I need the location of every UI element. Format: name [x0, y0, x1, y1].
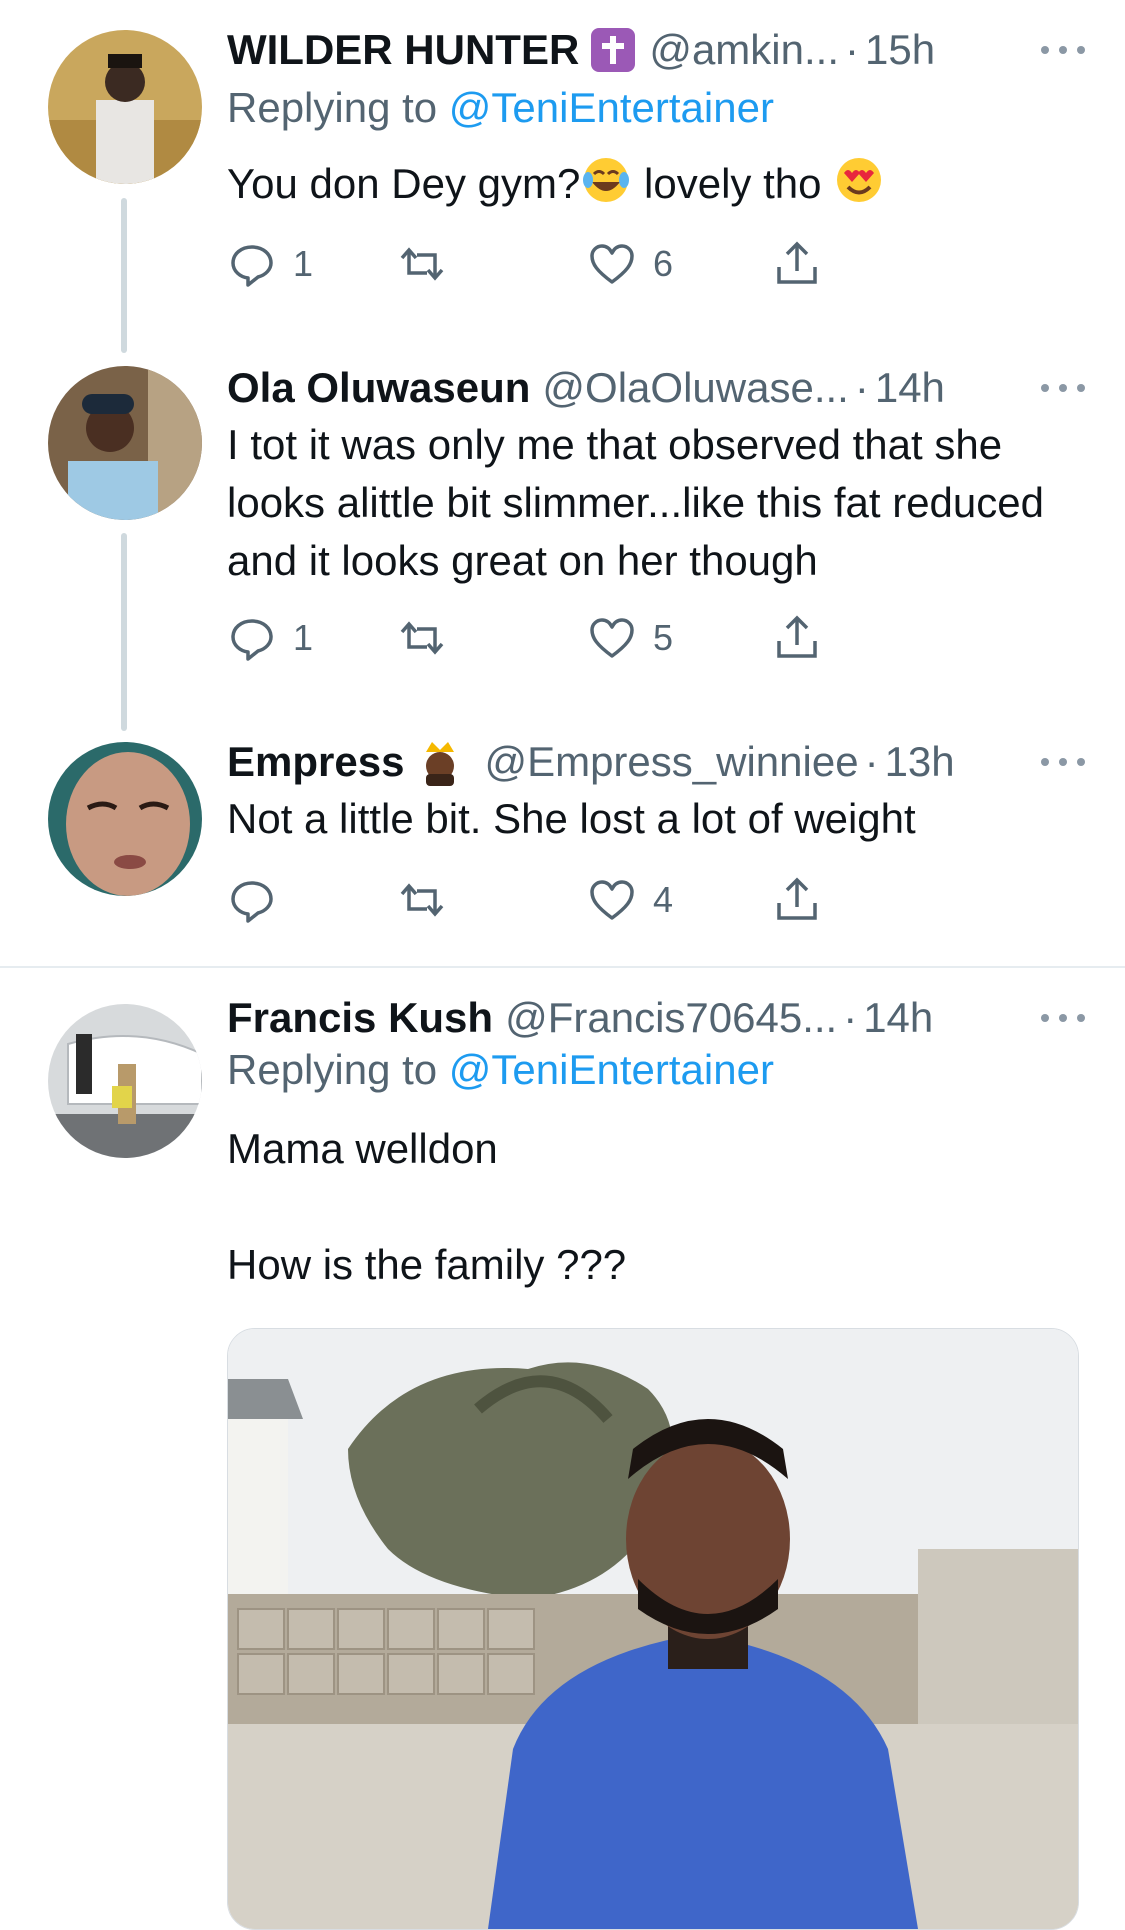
display-name[interactable]: WILDER HUNTER [227, 26, 579, 74]
reply-count: 1 [293, 243, 314, 284]
retweet-button[interactable] [397, 610, 447, 666]
heart-icon [590, 880, 634, 920]
tears-of-joy-emoji-icon [580, 154, 632, 206]
display-name[interactable]: Empress [227, 738, 404, 786]
heart-eyes-emoji-icon [833, 154, 885, 206]
separator-dot: · [864, 738, 879, 785]
heart-icon [590, 244, 634, 284]
replying-to: Replying to @TeniEntertainer [227, 84, 774, 132]
tweet-text-part2: lovely tho [632, 160, 834, 207]
handle[interactable]: @OlaOluwase... [542, 364, 848, 412]
avatar[interactable] [48, 742, 202, 896]
reply-button[interactable] [227, 872, 277, 928]
share-icon [777, 241, 817, 284]
replying-to-label: Replying to [227, 84, 438, 131]
thread-line [121, 198, 127, 353]
handle[interactable]: @Empress_winniee [484, 738, 858, 786]
tweet-ola-oluwaseun[interactable]: Ola Oluwaseun @OlaOluwase... · 14h I tot… [0, 360, 1125, 731]
retweet-icon [400, 247, 444, 281]
more-icon[interactable] [1041, 748, 1085, 776]
separator-dot: · [843, 994, 858, 1041]
tweet-photo[interactable] [227, 1328, 1079, 1930]
tweet-actions: 1 5 [227, 610, 947, 666]
like-button[interactable]: 5 [587, 610, 673, 666]
tweet-text-part1: You don Dey gym? [227, 160, 581, 207]
tweet-wilder-hunter[interactable]: WILDER HUNTER @amkin... · 15h Replying t… [0, 0, 1125, 360]
display-name[interactable]: Ola Oluwaseun [227, 364, 530, 412]
tweet-actions: 4 [227, 872, 947, 928]
replying-to: Replying to @TeniEntertainer [227, 1046, 774, 1094]
reply-count: 1 [293, 617, 314, 658]
retweet-icon [400, 621, 444, 655]
replying-to-label: Replying to [227, 1046, 438, 1093]
retweet-button[interactable] [397, 236, 447, 292]
tweet-header: Ola Oluwaseun @OlaOluwase... · 14h [227, 360, 1085, 416]
separator-dot: · [845, 26, 859, 73]
tweet-empress[interactable]: Empress @Empress_winniee · 13h Not a lit… [0, 734, 1125, 968]
display-name[interactable]: Francis Kush [227, 994, 493, 1042]
reply-button[interactable]: 1 [227, 610, 313, 666]
handle[interactable]: @Francis70645... [505, 994, 837, 1042]
retweet-icon [400, 883, 444, 917]
reply-button[interactable]: 1 [227, 236, 313, 292]
more-icon[interactable] [1041, 36, 1085, 64]
tweet-header: WILDER HUNTER @amkin... · 15h [227, 22, 1085, 78]
princess-emoji-icon [416, 738, 464, 786]
avatar[interactable] [48, 366, 202, 520]
cross-badge-icon [591, 28, 636, 72]
tweet-header: Francis Kush @Francis70645... · 14h [227, 990, 1085, 1046]
tweet-text: I tot it was only me that observed that … [227, 421, 1044, 584]
more-icon[interactable] [1041, 374, 1085, 402]
more-icon[interactable] [1041, 1004, 1085, 1032]
timestamp[interactable]: 15h [865, 26, 935, 74]
share-button[interactable] [772, 236, 822, 292]
share-button[interactable] [772, 872, 822, 928]
tweet-actions: 1 6 [227, 236, 947, 292]
timestamp[interactable]: 14h [863, 994, 933, 1042]
retweet-button[interactable] [397, 872, 447, 928]
reply-icon [231, 881, 273, 923]
avatar[interactable] [48, 30, 202, 184]
timestamp[interactable]: 14h [875, 364, 945, 412]
like-button[interactable]: 4 [587, 872, 673, 928]
mention-link[interactable]: @TeniEntertainer [449, 84, 774, 131]
tweet-header: Empress @Empress_winniee · 13h [227, 734, 1085, 790]
share-button[interactable] [772, 610, 822, 666]
avatar[interactable] [48, 1004, 202, 1158]
tweet-text-line2: How is the family ??? [227, 1241, 627, 1288]
tweet-divider [0, 966, 1125, 968]
like-count: 4 [653, 879, 674, 920]
mention-link[interactable]: @TeniEntertainer [449, 1046, 774, 1093]
timestamp[interactable]: 13h [885, 738, 955, 786]
share-icon [777, 877, 817, 920]
tweet-text-line1: Mama welldon [227, 1125, 498, 1172]
handle[interactable]: @amkin... [649, 26, 839, 74]
share-icon [777, 615, 817, 658]
like-button[interactable]: 6 [587, 236, 673, 292]
like-count: 5 [653, 617, 674, 658]
like-count: 6 [653, 243, 674, 284]
thread-line [121, 533, 127, 731]
reply-icon [231, 619, 273, 661]
reply-icon [231, 245, 273, 287]
tweet-text: Not a little bit. She lost a lot of weig… [227, 795, 916, 842]
tweet-text: You don Dey gym? lovely tho [227, 154, 1087, 213]
heart-icon [590, 618, 634, 658]
separator-dot: · [854, 364, 869, 411]
